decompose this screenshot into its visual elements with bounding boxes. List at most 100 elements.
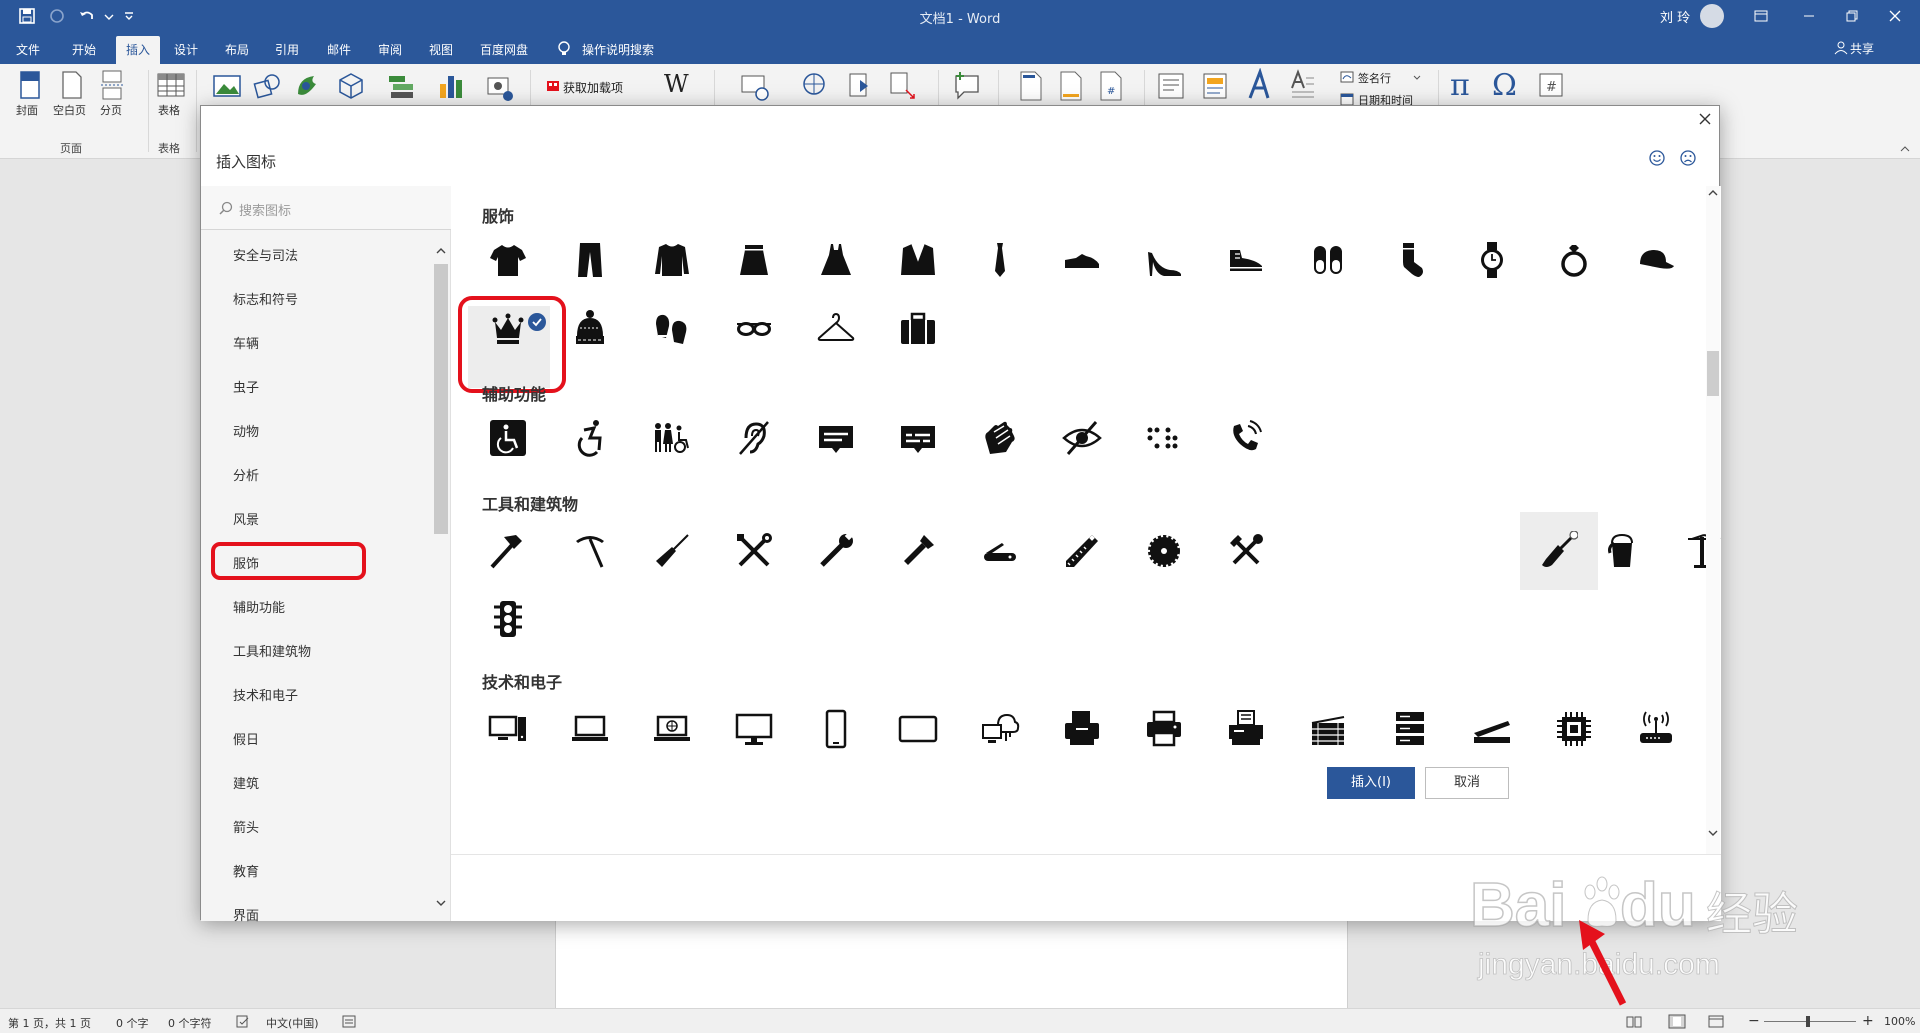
wordart-icon[interactable] [1244,68,1274,106]
document-page[interactable] [555,920,1348,1020]
traffic-light-icon[interactable] [488,599,528,639]
laptop-web-icon[interactable] [652,709,692,749]
page-break-label[interactable]: 分页 [100,102,122,118]
avatar[interactable] [1700,4,1724,28]
category-item[interactable]: 箭头 [233,817,259,836]
high-heel-icon[interactable] [1144,240,1184,280]
paint-bucket-icon[interactable] [1602,531,1642,571]
cross-reference-icon[interactable] [888,68,916,106]
quick-parts-icon[interactable] [1200,68,1230,106]
category-item[interactable]: 风景 [233,509,259,528]
category-item[interactable]: 假日 [233,729,259,748]
insert-button[interactable]: 插入(I) [1327,767,1415,799]
tab-design[interactable]: 设计 [174,41,198,58]
zoom-out-icon[interactable]: − [1748,1013,1760,1029]
subtitles-icon[interactable] [898,418,938,458]
collapse-ribbon-icon[interactable] [1898,144,1912,154]
blazer-icon[interactable] [898,240,938,280]
category-item[interactable]: 动物 [233,421,259,440]
web-layout-icon[interactable] [1708,1015,1724,1028]
hammer-icon[interactable] [488,531,528,571]
online-video-icon[interactable] [740,68,770,106]
sneaker-icon[interactable] [1226,240,1266,280]
server-rack-icon[interactable] [1308,709,1348,749]
close-icon[interactable] [1696,110,1714,128]
blank-page-icon[interactable] [60,68,84,106]
category-item[interactable]: 虫子 [233,377,259,396]
closed-captions-icon[interactable] [816,418,856,458]
zoom-in-icon[interactable]: + [1862,1013,1874,1029]
text-box-icon[interactable] [1156,68,1186,106]
tab-insert[interactable]: 插入 [116,36,161,64]
sock-icon[interactable] [1390,240,1430,280]
accessible-sign-icon[interactable] [488,418,528,458]
wikipedia-icon[interactable]: W [664,70,689,98]
category-item[interactable]: 标志和符号 [233,289,298,308]
saw-blade-icon[interactable] [1144,531,1184,571]
user-name[interactable]: 刘 玲 [1660,7,1690,26]
char-count[interactable]: 0 个字符 [168,1015,212,1031]
glasses-icon[interactable] [734,308,774,348]
category-item[interactable]: 分析 [233,465,259,484]
scroll-up-icon[interactable] [1707,188,1719,198]
server-icon[interactable] [1390,709,1430,749]
tshirt-icon[interactable] [488,240,528,280]
volume-control-phone-icon[interactable] [1226,418,1266,458]
cover-page-icon[interactable] [18,68,42,106]
tab-view[interactable]: 视图 [429,41,453,58]
macro-icon[interactable] [342,1015,356,1028]
wrench-icon[interactable] [816,531,856,571]
category-item[interactable]: 技术和电子 [233,685,298,704]
printer-icon[interactable] [1144,709,1184,749]
page-count[interactable]: 第 1 页，共 1 页 [8,1015,91,1031]
sign-language-icon[interactable] [980,418,1020,458]
tools-crossed-icon[interactable] [734,531,774,571]
smartphone-icon[interactable] [816,709,856,749]
cover-page-label[interactable]: 封面 [16,102,38,118]
wheelchair-active-icon[interactable] [570,418,610,458]
pictures-icon[interactable] [212,68,242,106]
equation-icon[interactable]: π [1450,68,1470,103]
read-mode-icon[interactable] [1626,1015,1642,1028]
footer-icon[interactable] [1058,68,1084,106]
slippers-icon[interactable] [1308,240,1348,280]
fax-printer-icon[interactable] [1062,709,1102,749]
tab-mailings[interactable]: 邮件 [327,41,351,58]
briefcase-icon[interactable] [898,308,938,348]
store-icon[interactable] [546,78,560,92]
paintbrush-icon[interactable] [1538,531,1578,571]
tab-file[interactable]: 文件 [16,41,40,58]
search-input[interactable]: 搜索图标 [201,186,451,230]
icons-ribbon-icon[interactable] [292,68,322,106]
minimize-icon[interactable] [1800,7,1818,25]
zoom-slider[interactable] [1764,1021,1856,1022]
cloud-computer-icon[interactable] [980,709,1020,749]
proofing-icon[interactable] [236,1015,250,1028]
receipt-printer-icon[interactable] [1226,709,1266,749]
knit-hat-icon[interactable] [570,308,610,348]
category-item[interactable]: 建筑 [233,773,259,792]
link-icon[interactable] [800,68,830,106]
header-icon[interactable] [1018,68,1044,106]
chevron-down-icon[interactable] [1412,72,1422,82]
frown-feedback-icon[interactable] [1679,149,1697,167]
screwdriver-icon[interactable] [652,531,692,571]
category-item[interactable]: 教育 [233,861,259,880]
smartart-icon[interactable] [385,68,417,106]
zoom-slider-thumb[interactable] [1806,1016,1810,1027]
category-item[interactable]: 辅助功能 [233,597,285,616]
wireless-router-icon[interactable] [1636,709,1676,749]
category-item[interactable]: 安全与司法 [233,245,298,264]
dress-icon[interactable] [816,240,856,280]
drop-cap-icon[interactable] [1288,68,1318,106]
chart-icon[interactable] [436,68,466,106]
pocket-knife-icon[interactable] [980,531,1020,571]
page-number-icon[interactable]: # [1098,68,1124,106]
cancel-button[interactable]: 取消 [1425,767,1509,799]
ribbon-display-icon[interactable] [1752,7,1770,25]
tab-layout[interactable]: 布局 [225,41,249,58]
blank-page-label[interactable]: 空白页 [53,102,86,118]
share-button[interactable]: 共享 [1850,40,1874,57]
page-break-icon[interactable] [100,68,124,106]
tab-review[interactable]: 审阅 [378,41,402,58]
